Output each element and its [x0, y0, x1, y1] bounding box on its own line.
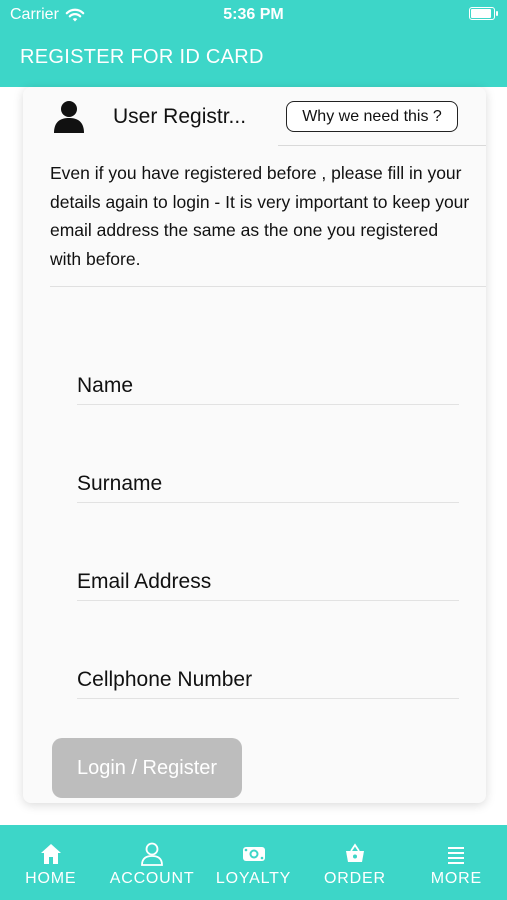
account-icon	[141, 842, 164, 866]
name-input[interactable]	[77, 359, 459, 404]
tab-label: ACCOUNT	[109, 870, 195, 887]
surname-input[interactable]	[77, 457, 459, 502]
tab-more[interactable]: MORE	[406, 825, 507, 900]
why-we-need-this-button[interactable]: Why we need this ?	[286, 101, 458, 132]
menu-icon	[448, 847, 465, 864]
tab-label: ORDER	[324, 870, 386, 887]
status-bar: Carrier 5:36 PM	[0, 0, 507, 30]
card-header: User Registr... Why we need this ?	[23, 87, 486, 147]
tab-label: MORE	[430, 870, 482, 887]
divider	[50, 286, 486, 287]
status-time: 5:36 PM	[223, 6, 284, 23]
cellphone-input[interactable]	[77, 653, 459, 698]
page-title: REGISTER FOR ID CARD	[20, 46, 264, 68]
registration-notice: Even if you have registered before , ple…	[50, 163, 470, 269]
login-register-button[interactable]: Login / Register	[52, 738, 242, 798]
surname-field-container	[77, 457, 459, 503]
email-input[interactable]	[77, 555, 459, 600]
loyalty-icon	[242, 847, 265, 861]
card-title: User Registr...	[113, 105, 247, 128]
email-field-container	[77, 555, 459, 601]
cellphone-field-container	[77, 653, 459, 699]
bottom-tab-bar: HOME ACCOUNT LOYALTY ORDER MORE	[0, 825, 507, 900]
tab-label: LOYALTY	[215, 870, 292, 887]
tab-label: HOME	[25, 870, 77, 887]
tab-loyalty[interactable]: LOYALTY	[203, 825, 304, 900]
tab-order[interactable]: ORDER	[304, 825, 405, 900]
battery-icon	[469, 7, 498, 20]
tab-home[interactable]: HOME	[0, 825, 101, 900]
user-icon	[54, 101, 84, 133]
divider	[278, 145, 486, 146]
basket-icon	[345, 843, 364, 862]
home-icon	[40, 844, 61, 864]
app-header: Carrier 5:36 PM REGISTER FOR ID CARD	[0, 0, 507, 87]
registration-card: User Registr... Why we need this ? Even …	[23, 87, 486, 803]
name-field-container	[77, 359, 459, 405]
tab-account[interactable]: ACCOUNT	[101, 825, 202, 900]
